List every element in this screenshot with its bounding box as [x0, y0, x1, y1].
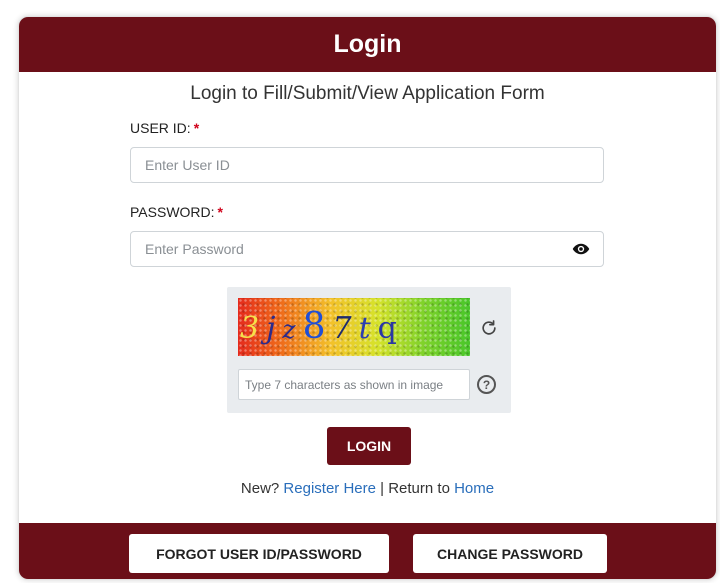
user-id-label: USER ID: *	[130, 120, 199, 136]
register-link[interactable]: Register Here	[283, 480, 376, 497]
captcha-input[interactable]	[238, 369, 470, 400]
captcha-char: 7	[332, 311, 359, 346]
captcha-panel: 3jz87tq ?	[227, 287, 511, 413]
login-card: Login Login to Fill/Submit/View Applicat…	[18, 16, 717, 580]
links-separator: |	[380, 480, 385, 497]
account-links: New? Register Here | Return to Home	[19, 480, 716, 497]
new-prefix: New?	[240, 480, 280, 497]
change-password-button[interactable]: CHANGE PASSWORD	[413, 534, 607, 573]
password-input[interactable]	[130, 231, 604, 267]
captcha-char: 8	[302, 306, 333, 347]
password-label-text: PASSWORD:	[130, 204, 215, 220]
user-id-input[interactable]	[130, 147, 604, 183]
forgot-credentials-button[interactable]: FORGOT USER ID/PASSWORD	[129, 534, 389, 573]
return-prefix: Return to	[388, 480, 450, 497]
captcha-char: q	[377, 311, 404, 346]
eye-icon[interactable]	[572, 242, 590, 256]
password-label: PASSWORD: *	[130, 204, 223, 220]
form-subtitle: Login to Fill/Submit/View Application Fo…	[190, 83, 545, 104]
captcha-char: z	[282, 315, 303, 344]
required-mark: *	[193, 120, 200, 136]
required-mark: *	[217, 204, 223, 220]
captcha-char: 3	[240, 311, 267, 346]
user-id-label-text: USER ID:	[130, 120, 191, 136]
help-icon[interactable]: ?	[477, 375, 496, 394]
captcha-text: 3jz87tq	[238, 306, 470, 347]
refresh-icon[interactable]	[479, 318, 499, 338]
captcha-image: 3jz87tq	[238, 298, 470, 356]
login-header: Login	[19, 17, 716, 72]
captcha-char: t	[358, 311, 378, 346]
captcha-char: j	[266, 311, 283, 346]
home-link[interactable]: Home	[454, 480, 494, 497]
footer-bar: FORGOT USER ID/PASSWORD CHANGE PASSWORD	[19, 523, 716, 579]
page-title: Login	[333, 30, 402, 58]
login-button[interactable]: LOGIN	[327, 427, 411, 465]
